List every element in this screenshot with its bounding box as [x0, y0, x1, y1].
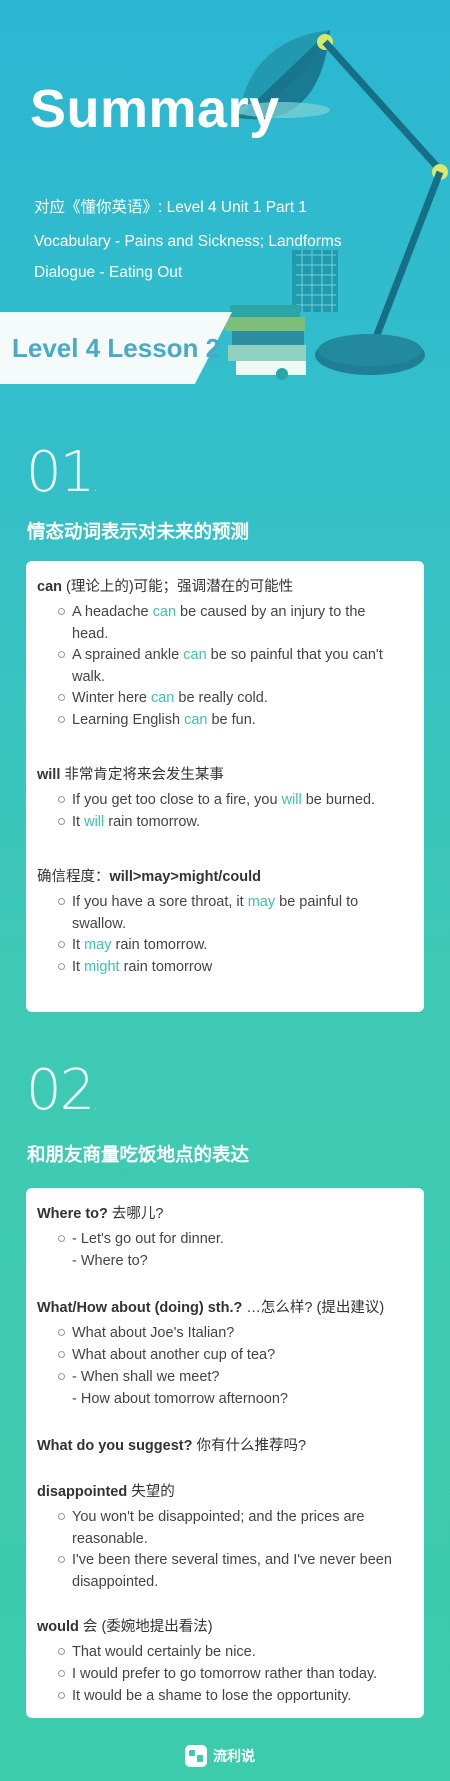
group-heading: will 非常肯定将来会发生某事	[37, 767, 224, 783]
dining-expressions-card: Where to? 去哪儿? - Let's go out for dinner…	[26, 1188, 424, 1718]
list-item: You won't be disappointed; and the price…	[58, 1506, 410, 1550]
bullet-icon	[58, 898, 65, 905]
list-item: What about another cup of tea?	[58, 1344, 410, 1366]
list-item: It would be a shame to lose the opportun…	[58, 1685, 410, 1707]
list-item: Learning English can be fun.	[58, 709, 410, 731]
footer-brand: 流利说	[185, 1745, 255, 1767]
bullet-icon	[58, 608, 65, 615]
list-item: Winter here can be really cold.	[58, 687, 410, 709]
list-item: If you have a sore throat, it may be pai…	[58, 891, 410, 935]
bullet-icon	[58, 1351, 65, 1358]
bullet-icon	[58, 818, 65, 825]
bullet-icon	[58, 1670, 65, 1677]
bullet-icon	[58, 1648, 65, 1655]
list-item: - When shall we meet? - How about tomorro…	[58, 1366, 410, 1410]
modal-verbs-card: can (理论上的)可能；强调潜在的可能性 A headache can be …	[26, 561, 424, 1012]
list-item: It will rain tomorrow.	[58, 811, 410, 833]
list-item: A headache can be caused by an injury to…	[58, 601, 410, 645]
list-item: It may rain tomorrow.	[58, 934, 410, 956]
dialogue-topic: Dialogue - Eating Out	[34, 264, 183, 281]
group-heading: Where to? 去哪儿?	[37, 1206, 164, 1222]
brand-name: 流利说	[213, 1748, 255, 1764]
bullet-icon	[58, 963, 65, 970]
group-heading: What/How about (doing) sth.? …怎么样? (提出建议…	[37, 1300, 385, 1316]
group-heading: What do you suggest? 你有什么推荐吗?	[37, 1438, 307, 1454]
hero-banner: Summary 对应《懂你英语》: Level 4 Unit 1 Part 1 …	[0, 0, 450, 410]
bullet-icon	[58, 1556, 65, 1563]
bullet-icon	[58, 941, 65, 948]
bullet-icon	[58, 1235, 65, 1242]
bullet-icon	[58, 1692, 65, 1699]
list-item: What about Joe's Italian?	[58, 1322, 410, 1344]
page-title: Summary	[30, 79, 280, 139]
course-reference: 对应《懂你英语》: Level 4 Unit 1 Part 1	[34, 199, 308, 216]
app-logo-icon	[185, 1745, 207, 1767]
section-number: 02.	[26, 1058, 98, 1123]
lesson-label: Level 4 Lesson 2	[12, 333, 221, 363]
list-item: That would certainly be nice.	[58, 1641, 410, 1663]
list-item: I've been there several times, and I've …	[58, 1549, 410, 1593]
bullet-icon	[58, 1373, 65, 1380]
bullet-icon	[58, 1513, 65, 1520]
bullet-icon	[58, 796, 65, 803]
bullet-icon	[58, 651, 65, 658]
list-item: A sprained ankle can be so painful that …	[58, 644, 410, 688]
list-item: If you get too close to a fire, you will…	[58, 789, 410, 811]
list-item: - Let's go out for dinner. - Where to?	[58, 1228, 410, 1272]
bullet-icon	[58, 1329, 65, 1336]
section-title: 情态动词表示对未来的预测	[27, 521, 250, 542]
section-number: 01.	[26, 440, 98, 505]
bullet-icon	[58, 716, 65, 723]
group-heading: would 会 (委婉地提出看法)	[37, 1619, 213, 1635]
vocabulary-topic: Vocabulary - Pains and Sickness; Landfor…	[34, 233, 342, 250]
list-item: It might rain tomorrow	[58, 956, 410, 978]
group-heading: 确信程度：will>may>might/could	[37, 869, 261, 885]
section-title: 和朋友商量吃饭地点的表达	[27, 1144, 250, 1165]
bullet-icon	[58, 694, 65, 701]
group-heading: can (理论上的)可能；强调潜在的可能性	[37, 579, 294, 595]
list-item: I would prefer to go tomorrow rather tha…	[58, 1663, 410, 1685]
group-heading: disappointed 失望的	[37, 1484, 175, 1500]
